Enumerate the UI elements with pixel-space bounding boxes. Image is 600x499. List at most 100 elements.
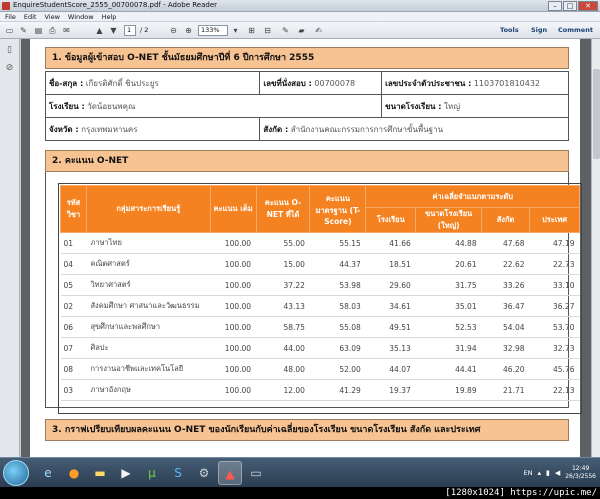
skype-icon[interactable]: S — [166, 461, 190, 485]
col-onet: คะแนน O-NET ที่ได้ — [255, 185, 311, 233]
fit-page-icon[interactable]: ⊞ — [246, 25, 257, 36]
cell-affil: 47.68 — [481, 232, 530, 254]
col-country: ประเทศ — [529, 207, 580, 233]
cell-school: 44.07 — [365, 358, 416, 380]
clock-time: 12:49 — [571, 465, 590, 472]
affiliation-cell: สังกัด : สำนักงานคณะกรรมการการศึกษาขั้นพ… — [259, 117, 569, 141]
comment-bubble-icon[interactable]: ✎ — [280, 25, 291, 36]
network-icon[interactable]: ▮ — [546, 469, 550, 477]
clock[interactable]: 12:49 26/3/2556 — [565, 465, 596, 481]
exam-no-value: 00700078 — [314, 78, 356, 88]
student-info-table: ชื่อ-สกุล : เกียรติศักดิ์ ชินประยูร เลขท… — [44, 71, 569, 141]
cell-full: 100.00 — [210, 337, 257, 359]
cell-full: 100.00 — [210, 232, 257, 254]
cell-name: สังคมศึกษา ศาสนาและวัฒนธรรม — [86, 295, 211, 317]
zoom-in-icon[interactable]: ⊕ — [183, 25, 194, 36]
ie-icon[interactable]: e — [36, 461, 60, 485]
language-indicator[interactable]: EN — [523, 469, 532, 477]
chevron-down-icon[interactable]: ▾ — [230, 25, 241, 36]
page-number-input[interactable]: 1 — [124, 25, 136, 36]
toolbar: ▭ ✎ ▤ ⎙ ✉ ▲ ▼ 1 / 2 ⊖ ⊕ 133% ▾ ⊞ ⊟ ✎ ▰ ✍… — [0, 22, 600, 39]
cell-full: 100.00 — [210, 274, 257, 296]
cell-name: สุขศึกษาและพลศึกษา — [86, 316, 211, 338]
pdf-page: 1. ข้อมูลผู้เข้าสอบ O-NET ชั้นมัธยมศึกษา… — [30, 39, 582, 457]
start-button[interactable] — [3, 460, 29, 486]
page-thumbnails-icon[interactable]: ▯ — [4, 45, 15, 57]
cell-country: 22.13 — [529, 379, 580, 401]
menu-help[interactable]: Help — [102, 12, 117, 21]
exam-no-cell: เลขที่นั่งสอบ : 00700078 — [259, 71, 383, 95]
create-icon[interactable]: ✎ — [18, 25, 29, 36]
table-row: 02 สังคมศึกษา ศาสนาและวัฒนธรรม 100.00 43.13… — [60, 295, 580, 317]
cell-t: 58.03 — [309, 295, 366, 317]
cell-code: 02 — [60, 295, 87, 317]
read-mode-icon[interactable]: ⊟ — [262, 25, 273, 36]
cell-name: ภาษาอังกฤษ — [86, 379, 211, 401]
page-down-icon[interactable]: ▼ — [108, 25, 119, 36]
email-icon[interactable]: ✉ — [61, 25, 72, 36]
utorrent-icon[interactable]: µ — [140, 461, 164, 485]
screen: EnquireStudentScore_2555_00700078.pdf - … — [0, 0, 600, 499]
cell-code: 06 — [60, 316, 87, 338]
menu-file[interactable]: File — [5, 12, 16, 21]
col-size: ขนาดโรงเรียน (ใหญ่) — [415, 207, 483, 233]
folder-icon[interactable]: ▬ — [88, 461, 112, 485]
sign-pen-icon[interactable]: ✍ — [313, 25, 324, 36]
cell-size: 52.53 — [415, 316, 482, 338]
print-icon[interactable]: ⎙ — [47, 25, 58, 36]
steam-icon[interactable]: ⚙ — [192, 461, 216, 485]
table-row: 03 ภาษาอังกฤษ 100.00 12.00 41.29 19.37 19.89 21… — [60, 379, 580, 401]
window-titlebar[interactable]: EnquireStudentScore_2555_00700078.pdf - … — [0, 0, 600, 12]
firefox-icon[interactable]: ● — [62, 461, 86, 485]
minimize-button[interactable]: – — [548, 1, 562, 11]
sign-button[interactable]: Sign — [531, 25, 547, 36]
page-total: / 2 — [140, 26, 149, 34]
cell-score: 12.00 — [256, 379, 310, 401]
cell-score: 37.22 — [256, 274, 310, 296]
cell-name: คณิตศาสตร์ — [86, 253, 211, 275]
app-window-icon[interactable]: ▭ — [244, 461, 268, 485]
media-player-icon[interactable]: ▶ — [114, 461, 138, 485]
close-button[interactable]: ✕ — [578, 1, 598, 11]
vertical-scrollbar[interactable] — [591, 39, 600, 457]
save-icon[interactable]: ▤ — [33, 25, 44, 36]
menu-window[interactable]: Window — [68, 12, 94, 21]
attachments-icon[interactable]: ⊘ — [4, 63, 15, 75]
id-cell: เลขประจำตัวประชาชน : 1103701810432 — [381, 71, 569, 95]
menu-edit[interactable]: Edit — [24, 12, 37, 21]
tools-button[interactable]: Tools — [500, 25, 519, 36]
navigation-pane: ▯ ⊘ — [0, 39, 20, 457]
cell-school: 19.37 — [365, 379, 416, 401]
cell-code: 08 — [60, 358, 87, 380]
tray-arrow-icon[interactable]: ▴ — [537, 469, 541, 477]
zoom-out-icon[interactable]: ⊖ — [168, 25, 179, 36]
cell-full: 100.00 — [210, 379, 257, 401]
cell-school: 34.61 — [365, 295, 416, 317]
cell-country: 22.73 — [529, 253, 580, 275]
cell-t: 53.98 — [309, 274, 366, 296]
zoom-select[interactable]: 133% — [198, 25, 228, 36]
highlight-icon[interactable]: ▰ — [296, 25, 307, 36]
document-viewport[interactable]: 1. ข้อมูลผู้เข้าสอบ O-NET ชั้นมัธยมศึกษา… — [21, 39, 600, 457]
cell-affil: 32.98 — [481, 337, 530, 359]
cell-country: 53.70 — [529, 316, 580, 338]
cell-full: 100.00 — [210, 253, 257, 275]
page-up-icon[interactable]: ▲ — [94, 25, 105, 36]
cell-size: 31.75 — [415, 274, 482, 296]
cell-affil: 46.20 — [481, 358, 530, 380]
affiliation-value: สำนักงานคณะกรรมการการศึกษาขั้นพื้นฐาน — [290, 124, 444, 134]
adobe-reader-task-icon[interactable]: ▲ — [218, 461, 242, 485]
cell-full: 100.00 — [210, 295, 257, 317]
cell-score: 43.13 — [256, 295, 310, 317]
col-full: คะแนน เต็ม — [209, 185, 257, 233]
cell-country: 45.76 — [529, 358, 580, 380]
maximize-button[interactable]: □ — [563, 1, 577, 11]
scrollbar-thumb[interactable] — [593, 69, 600, 159]
comment-button[interactable]: Comment — [558, 25, 593, 36]
open-icon[interactable]: ▭ — [4, 25, 15, 36]
cell-code: 07 — [60, 337, 87, 359]
menu-view[interactable]: View — [44, 12, 59, 21]
table-row: 06 สุขศึกษาและพลศึกษา 100.00 58.75 55.08 49.5… — [60, 316, 580, 338]
score-table-body: 01 ภาษาไทย 100.00 55.00 55.15 41.66 44.88 47.68… — [60, 232, 580, 401]
volume-icon[interactable]: ◀ — [555, 469, 560, 477]
